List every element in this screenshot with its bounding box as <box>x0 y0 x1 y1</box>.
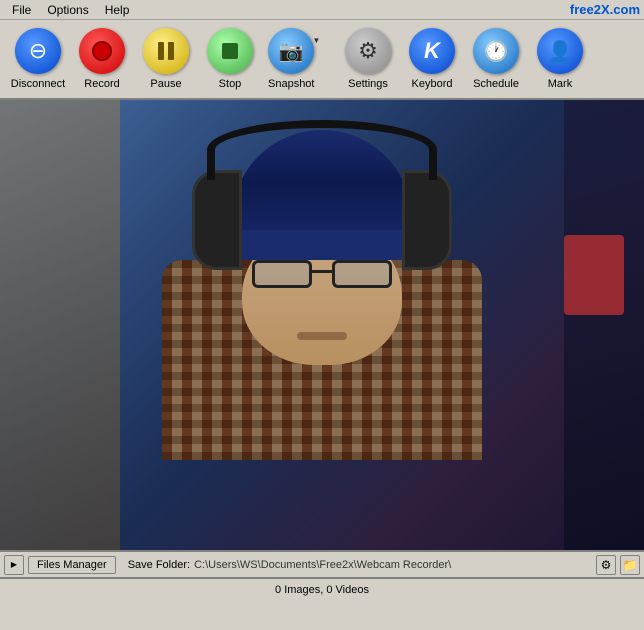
glasses-left-lens <box>252 260 312 288</box>
disconnect-label: Disconnect <box>11 78 65 90</box>
stop-label: Stop <box>219 78 242 90</box>
menu-file[interactable]: File <box>4 1 39 19</box>
play-button[interactable]: ▶ <box>4 555 24 575</box>
keyboard-button[interactable]: K Keybord <box>402 24 462 94</box>
files-manager-button[interactable]: Files Manager <box>28 556 116 574</box>
stop-button[interactable]: Stop <box>200 24 260 94</box>
stop-square <box>222 43 238 59</box>
person-container <box>0 100 644 550</box>
glasses-right-lens <box>332 260 392 288</box>
schedule-label: Schedule <box>473 78 519 90</box>
headphones-band <box>207 120 437 180</box>
toolbar: ⊖ Disconnect Record Pause Stop � <box>0 20 644 100</box>
glasses-bridge <box>312 270 332 273</box>
schedule-button[interactable]: 🕐 Schedule <box>466 24 526 94</box>
keyboard-label: Keybord <box>412 78 453 90</box>
menu-help[interactable]: Help <box>97 1 138 19</box>
statusbar-folder-button[interactable]: 📁 <box>620 555 640 575</box>
statusbar-gear-button[interactable]: ⚙ <box>596 555 616 575</box>
statusbar-right: ⚙ 📁 <box>596 555 640 575</box>
mark-button[interactable]: 👤 Mark <box>530 24 590 94</box>
snapshot-button[interactable]: 📷 Snapshot ▼ <box>264 24 334 94</box>
info-status: 0 Images, 0 Videos <box>275 584 369 596</box>
video-area <box>0 100 644 550</box>
keyboard-icon: K <box>409 28 455 74</box>
snapshot-icon: 📷 <box>268 28 314 74</box>
disconnect-icon: ⊖ <box>15 28 61 74</box>
schedule-icon: 🕐 <box>473 28 519 74</box>
statusbar: ▶ Files Manager Save Folder: C:\Users\WS… <box>0 550 644 578</box>
menubar: File Options Help free2X.com <box>0 0 644 20</box>
webcam-content <box>0 100 644 550</box>
mark-icon: 👤 <box>537 28 583 74</box>
settings-button[interactable]: ⚙ Settings <box>338 24 398 94</box>
settings-icon: ⚙ <box>345 28 391 74</box>
pause-button[interactable]: Pause <box>136 24 196 94</box>
record-dot <box>92 41 112 61</box>
stop-icon <box>207 28 253 74</box>
snapshot-dropdown-arrow[interactable]: ▼ <box>312 36 320 45</box>
keyboard-k-letter: K <box>424 38 440 64</box>
mouth <box>297 332 347 340</box>
menu-options[interactable]: Options <box>39 1 96 19</box>
snapshot-label: Snapshot <box>268 78 314 90</box>
settings-label: Settings <box>348 78 388 90</box>
pause-bars <box>158 42 174 60</box>
record-label: Record <box>84 78 119 90</box>
save-folder-path: C:\Users\WS\Documents\Free2x\Webcam Reco… <box>194 559 451 571</box>
pause-icon <box>143 28 189 74</box>
save-folder-label: Save Folder: <box>128 559 190 571</box>
mark-label: Mark <box>548 78 572 90</box>
headphones-right <box>402 170 452 270</box>
glasses <box>252 260 392 290</box>
record-button[interactable]: Record <box>72 24 132 94</box>
infobar: 0 Images, 0 Videos <box>0 578 644 600</box>
person-head <box>222 140 422 360</box>
record-icon <box>79 28 125 74</box>
disconnect-button[interactable]: ⊖ Disconnect <box>8 24 68 94</box>
brand-label: free2X.com <box>570 2 640 17</box>
headphones-left <box>192 170 242 270</box>
pause-label: Pause <box>150 78 181 90</box>
